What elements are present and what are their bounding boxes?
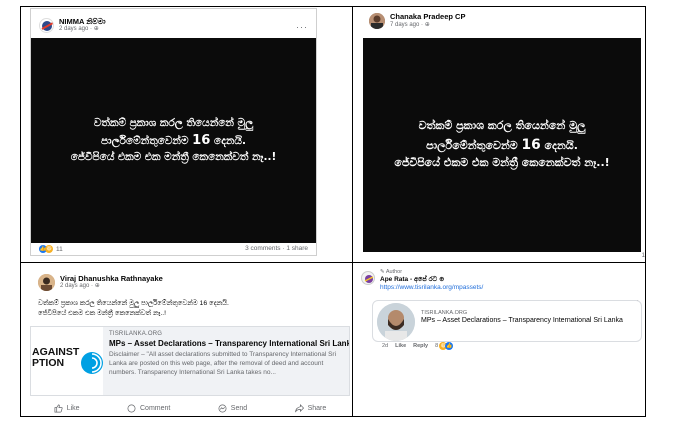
image-text-line-1: වත්කම් ප්‍රකාශ කරල තියෙන්නේ මුලු bbox=[418, 119, 586, 133]
post-timestamp[interactable]: 2 days ago · ⊕ bbox=[60, 283, 163, 290]
post-header: NIMMA නිම්මා 2 days ago · ⊕ bbox=[39, 17, 106, 34]
post-text-line-2: ජේවීපියේ එකම එක මන්ත්‍රී කෙනෙක්වත් නෑ..! bbox=[38, 309, 167, 317]
comment-reaction-count: 8 bbox=[435, 343, 439, 349]
grid-divider-right bbox=[645, 6, 646, 416]
link-preview-card[interactable]: TISRILANKA.ORG MPs – Asset Declarations … bbox=[372, 300, 642, 342]
more-options-icon[interactable]: ··· bbox=[296, 22, 308, 32]
link-body: TISRILANKA.ORG MPs – Asset Declarations … bbox=[109, 331, 349, 377]
comment-actions: 2d Like Reply 8 😆 👍 bbox=[382, 342, 454, 350]
comment-reply-button[interactable]: Reply bbox=[413, 343, 428, 349]
reaction-summary[interactable]: 👍 😆 11 bbox=[39, 245, 63, 253]
commenter-name[interactable]: Ape Rata - අපේ රට ⊕ bbox=[380, 275, 483, 284]
post-card-nimma: NIMMA නිම්මා 2 days ago · ⊕ ··· වත්කම් ප… bbox=[30, 8, 317, 256]
avatar[interactable] bbox=[38, 274, 55, 291]
author-name[interactable]: Viraj Dhanushka Rathnayake bbox=[60, 274, 163, 283]
like-label: Like bbox=[66, 404, 80, 412]
share-button[interactable]: Share bbox=[294, 403, 327, 413]
comment-body: ✎ Author Ape Rata - අපේ රට ⊕ https://www… bbox=[380, 269, 483, 291]
post-header: Viraj Dhanushka Rathnayake 2 days ago · … bbox=[38, 274, 163, 291]
grid-divider-left bbox=[20, 6, 21, 416]
comment-ape-rata: ✎ Author Ape Rata - අපේ රට ⊕ https://www… bbox=[356, 266, 644, 416]
comment-label: Comment bbox=[140, 404, 171, 412]
link-domain: TISRILANKA.ORG bbox=[421, 310, 468, 316]
link-title[interactable]: MPs – Asset Declarations – Transparency … bbox=[421, 317, 623, 324]
haha-reaction-icon: 😆 bbox=[45, 245, 53, 253]
post-card-chanaka: Chanaka Pradeep CP 7 days ago · ⊕ වත්කම්… bbox=[363, 8, 645, 258]
post-timestamp[interactable]: 2 days ago · ⊕ bbox=[59, 26, 106, 33]
post-text: වත්කම් ප්‍රකාශ කරල තියෙන්නේ මුලු පාර්ලිම… bbox=[38, 299, 229, 319]
link-thumbnail: AGAINST PTION bbox=[31, 327, 103, 395]
post-stats[interactable]: 3 comments · 1 share bbox=[245, 245, 308, 252]
post-image[interactable]: වත්කම් ප්‍රකාශ කරල තියෙන්නේ මුලු පාර්ලිම… bbox=[31, 38, 316, 243]
comment-like-button[interactable]: Like bbox=[395, 343, 406, 349]
image-text-line-2: පාර්ලිමේන්තුවෙන්ම 16 දෙනයි. bbox=[426, 136, 578, 153]
post-action-bar: Like Comment Send Share bbox=[30, 401, 350, 415]
share-label: Share bbox=[307, 404, 327, 412]
author-name[interactable]: Chanaka Pradeep CP bbox=[390, 13, 465, 22]
like-icon bbox=[54, 404, 63, 412]
comment-reactions[interactable]: 8 😆 👍 bbox=[435, 342, 454, 350]
share-icon bbox=[294, 403, 304, 412]
link-domain: TISRILANKA.ORG bbox=[109, 331, 163, 337]
link-body: TISRILANKA.ORG MPs – Asset Declarations … bbox=[421, 310, 623, 324]
grid-divider-middle bbox=[20, 262, 646, 263]
link-title[interactable]: MPs – Asset Declarations – Transparency … bbox=[109, 339, 349, 348]
send-label: Send bbox=[230, 404, 248, 412]
like-reaction-icon: 👍 bbox=[445, 342, 454, 350]
post-header: Chanaka Pradeep CP 7 days ago · ⊕ bbox=[369, 13, 465, 29]
avatar[interactable] bbox=[361, 271, 375, 285]
comment-time[interactable]: 2d bbox=[382, 343, 388, 349]
comment-icon bbox=[127, 404, 136, 412]
thumbnail-text: AGAINST PTION bbox=[32, 346, 80, 370]
author-name[interactable]: NIMMA නිම්මා bbox=[59, 17, 106, 26]
post-image[interactable]: වත්කම් ප්‍රකාශ කරල තියෙන්නේ මුලු පාර්ලිම… bbox=[363, 38, 641, 252]
image-text-line-2: පාර්ලිමේන්තුවෙන්ම 16 දෙනයි. bbox=[101, 132, 246, 148]
avatar[interactable] bbox=[39, 18, 54, 34]
avatar[interactable] bbox=[369, 13, 385, 29]
comment-button[interactable]: Comment bbox=[127, 404, 170, 413]
grid-divider-center bbox=[352, 6, 353, 416]
link-preview-card[interactable]: AGAINST PTION TISRILANKA.ORG MPs – Asset… bbox=[30, 326, 350, 396]
ti-logo-icon bbox=[81, 352, 103, 374]
image-text-line-3: ජේවීපියේ එකම එක මන්ත්‍රී කෙනෙක්වත් නෑ..! bbox=[70, 151, 277, 164]
image-text-line-3: ජේවීපියේ එකම එක මන්ත්‍රී කෙනෙක්වත් නෑ..! bbox=[394, 156, 610, 170]
grid-divider-bottom bbox=[20, 416, 646, 417]
messenger-icon bbox=[218, 404, 227, 412]
send-button[interactable]: Send bbox=[218, 404, 247, 413]
link-thumbnail bbox=[377, 303, 415, 341]
post-text-line-1: වත්කම් ප්‍රකාශ කරල තියෙන්නේ මුලු පාර්ලිම… bbox=[38, 300, 229, 307]
post-timestamp[interactable]: 7 days ago · ⊕ bbox=[390, 22, 465, 29]
image-text-line-1: වත්කම් ප්‍රකාශ කරල තියෙන්නේ මුලු bbox=[93, 116, 254, 129]
like-button[interactable]: Like bbox=[54, 404, 80, 413]
post-card-viraj: Viraj Dhanushka Rathnayake 2 days ago · … bbox=[30, 270, 350, 417]
grid-divider-top bbox=[20, 6, 646, 7]
link-description: Disclaimer – "All asset declarations sub… bbox=[109, 351, 337, 376]
reaction-count: 11 bbox=[56, 245, 63, 253]
comment-link[interactable]: https://www.tisrilanka.org/mpassets/ bbox=[380, 284, 483, 291]
